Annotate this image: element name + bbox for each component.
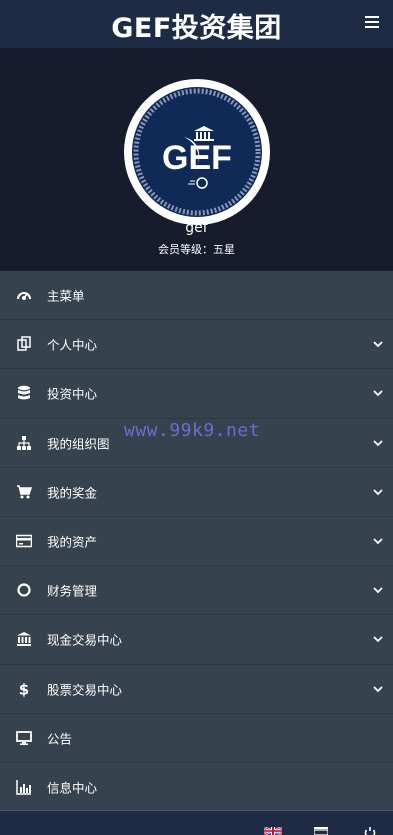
avatar: GEF (124, 79, 270, 225)
footer-bar (0, 810, 393, 835)
power-icon[interactable] (364, 827, 376, 835)
dashboard-icon (16, 287, 32, 303)
chevron-down-icon (373, 636, 383, 643)
chevron-down-icon (373, 390, 383, 397)
dollar-icon: $ (16, 681, 32, 697)
menu-item-label: 股票交易中心 (47, 682, 123, 698)
menu-item-stock-trading[interactable]: $ 股票交易中心 (0, 664, 393, 714)
menu-item-personal[interactable]: 个人中心 (0, 320, 393, 370)
chevron-down-icon (373, 538, 383, 545)
logo-text: GEF (162, 139, 232, 177)
chevron-down-icon (373, 341, 383, 348)
menu-item-label: 现金交易中心 (47, 632, 123, 648)
app-title: GEF投资集团 (111, 13, 282, 44)
menu-item-assets[interactable]: 我的资产 (0, 516, 393, 567)
chevron-down-icon (373, 440, 383, 446)
uk-flag-icon[interactable] (264, 827, 282, 835)
menu-item-label: 财务管理 (47, 583, 98, 599)
monitor-icon (16, 730, 32, 746)
chevron-down-icon (373, 587, 383, 594)
menu-item-label: 我的资产 (47, 534, 98, 550)
menu-item-label: 我的组织图 (47, 436, 110, 452)
member-level: 会员等级：五星 (158, 243, 235, 256)
chevron-down-icon (373, 489, 383, 496)
menu-item-label: 投资中心 (47, 386, 98, 402)
profile-panel: GEF gef 会员等级：五星 (0, 48, 393, 271)
username: gef (185, 220, 208, 236)
news-icon[interactable] (314, 827, 328, 835)
bar-chart-icon (16, 779, 32, 795)
menu-item-label: 我的奖金 (47, 485, 98, 501)
circle-icon (16, 582, 32, 598)
cart-icon (16, 484, 32, 500)
menu-item-label: 公告 (47, 731, 73, 747)
chevron-down-icon (373, 685, 383, 692)
menu-item-announcement[interactable]: 公告 (0, 713, 393, 763)
copy-icon (16, 336, 32, 352)
sitemap-icon (16, 435, 32, 451)
menu-item-label: 信息中心 (47, 780, 98, 796)
menu-item-bonus[interactable]: 我的奖金 (0, 467, 393, 517)
menu-item-label: 主菜单 (47, 288, 85, 304)
database-icon (16, 385, 32, 401)
menu-item-messages[interactable]: 信息中心 (0, 762, 393, 813)
menu-item-main[interactable]: 主菜单 (0, 271, 393, 321)
menu-item-label: 个人中心 (47, 337, 98, 353)
menu-item-investment[interactable]: 投资中心 (0, 369, 393, 419)
svg-text:$: $ (19, 681, 29, 697)
gef-logo: GEF (129, 84, 265, 220)
menu-item-cash-trading[interactable]: 现金交易中心 (0, 615, 393, 665)
menu-item-finance[interactable]: 财务管理 (0, 566, 393, 616)
sidebar-menu: 主菜单 个人中心 投资中心 我的组织图 我的奖金 我的资产 财务管理 现金交易中… (0, 271, 393, 813)
bank-icon (16, 631, 32, 647)
hamburger-icon[interactable] (365, 16, 379, 28)
top-bar: GEF投资集团 (0, 0, 393, 48)
credit-card-icon (16, 533, 32, 549)
watermark: www.99k9.net (124, 420, 261, 441)
